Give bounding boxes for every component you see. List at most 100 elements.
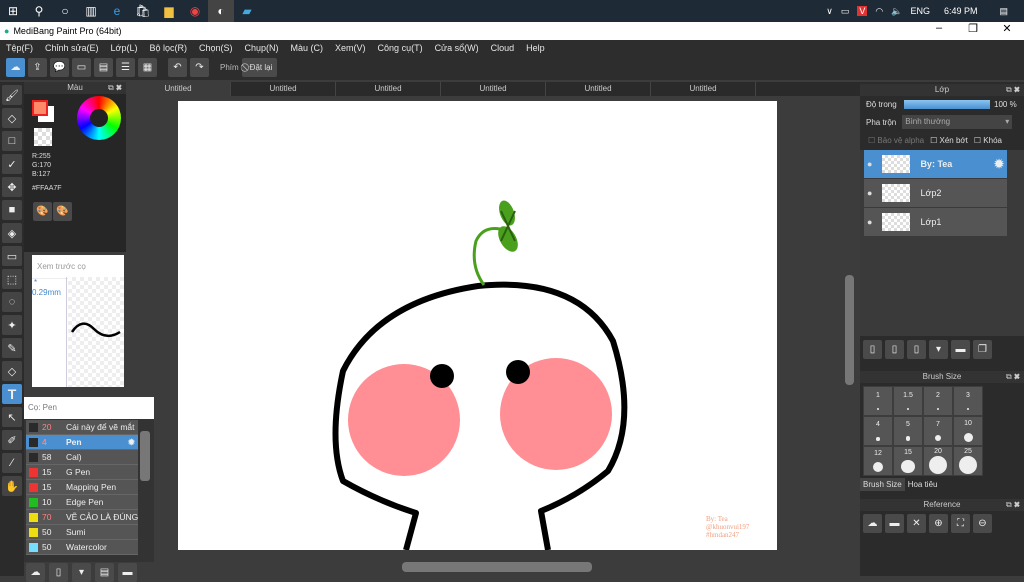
- maximize-button[interactable]: ❐: [956, 22, 990, 35]
- brush-item[interactable]: 58 Cal): [26, 450, 138, 465]
- menu-layer[interactable]: Lớp(L): [111, 43, 138, 53]
- layer-row[interactable]: ● Lớp1: [864, 208, 1007, 237]
- tab-untitled-4[interactable]: Untitled: [441, 82, 546, 96]
- lock-checkbox[interactable]: ☐ Khóa: [974, 136, 1002, 145]
- tab-untitled-6[interactable]: Untitled: [651, 82, 756, 96]
- brush-item[interactable]: 50 Sumi: [26, 525, 138, 540]
- brush-item[interactable]: 10 Edge Pen: [26, 495, 138, 510]
- brush-tool-icon[interactable]: 🖌: [2, 85, 22, 105]
- start-icon[interactable]: ⊞: [0, 0, 26, 22]
- redo-icon[interactable]: ↷: [190, 58, 209, 77]
- battery-icon[interactable]: ▭: [841, 6, 850, 17]
- blend-mode-select[interactable]: Bình thường ▾: [902, 115, 1013, 129]
- undo-icon[interactable]: ↶: [168, 58, 187, 77]
- layer-row[interactable]: ● By: Tea ✹: [864, 150, 1007, 179]
- horizontal-scrollbar[interactable]: [402, 562, 592, 572]
- move-tool-icon[interactable]: ✥: [2, 177, 22, 197]
- brush-size-cell[interactable]: 15: [893, 446, 923, 476]
- fill-rect-tool-icon[interactable]: ■: [2, 200, 22, 220]
- menu-cloud[interactable]: Cloud: [491, 43, 515, 53]
- clock[interactable]: 6:49 PM: [944, 6, 978, 16]
- speech-bubble-icon[interactable]: 💬: [50, 58, 69, 77]
- clipping-checkbox[interactable]: ☐ Xén bớt: [930, 136, 968, 145]
- cloud-icon[interactable]: ☁: [6, 58, 25, 77]
- brush-item[interactable]: 20 Cái này để vẽ mắt: [26, 420, 138, 435]
- new-layer-icon[interactable]: ▯: [863, 340, 882, 359]
- wifi-icon[interactable]: ◠: [875, 6, 883, 17]
- settings-gear-icon[interactable]: ✹: [994, 157, 1004, 171]
- brush-item[interactable]: 4 Pen ✹: [26, 435, 138, 450]
- select-tool-icon[interactable]: ⬚: [2, 269, 22, 289]
- antivirus-icon[interactable]: V: [857, 6, 868, 16]
- menu-view[interactable]: Xem(V): [335, 43, 366, 53]
- brush-settings-icon[interactable]: ▤: [95, 563, 114, 582]
- select-eraser-icon[interactable]: ◇: [2, 361, 22, 381]
- add-brush-icon[interactable]: ▾: [72, 563, 91, 582]
- tab-untitled-3[interactable]: Untitled: [336, 82, 441, 96]
- share-icon[interactable]: ⇪: [28, 58, 47, 77]
- volume-icon[interactable]: 🔈: [891, 6, 902, 17]
- minimize-button[interactable]: –: [922, 22, 956, 35]
- tab-untitled-1[interactable]: Untitled: [126, 82, 231, 96]
- panel-close-icon[interactable]: ⧉ ✖: [108, 82, 122, 94]
- zoom-out-icon[interactable]: ⊖: [973, 514, 992, 533]
- lasso-tool-icon[interactable]: ◌: [2, 292, 22, 312]
- open-folder-icon[interactable]: ▬: [885, 514, 904, 533]
- brush-size-cell[interactable]: 25: [953, 446, 983, 476]
- dot-tool-icon[interactable]: □: [2, 131, 22, 151]
- transparent-color-swatch[interactable]: [34, 128, 52, 146]
- brush-folder-icon[interactable]: ▬: [118, 563, 137, 582]
- text-tool-icon[interactable]: T: [2, 384, 22, 404]
- menu-file[interactable]: Tệp(F): [6, 43, 33, 53]
- search-icon[interactable]: ⚲: [26, 0, 52, 22]
- page-list-icon[interactable]: ☰: [116, 58, 135, 77]
- cloud-upload-icon[interactable]: ☁: [863, 514, 882, 533]
- grid-icon[interactable]: ▦: [138, 58, 157, 77]
- color-wheel[interactable]: [77, 96, 121, 140]
- vertical-scrollbar[interactable]: [845, 275, 854, 385]
- brush-size-cell[interactable]: 10: [953, 416, 983, 446]
- layer-row[interactable]: ● Lớp2: [864, 179, 1007, 208]
- tab-navigator[interactable]: Hoa tiêu: [905, 478, 941, 491]
- menu-edit[interactable]: Chỉnh sửa(E): [45, 43, 99, 53]
- fit-icon[interactable]: ⛶: [951, 514, 970, 533]
- tab-untitled-2[interactable]: Untitled: [231, 82, 336, 96]
- palette-add-icon[interactable]: 🎨: [53, 202, 72, 221]
- brush-size-cell[interactable]: 3: [953, 386, 983, 416]
- panel-close-icon[interactable]: ⧉ ✖: [1006, 84, 1020, 96]
- menu-window[interactable]: Cửa sổ(W): [435, 43, 479, 53]
- folder-icon[interactable]: ▆: [156, 0, 182, 22]
- bucket-tool-icon[interactable]: ◈: [2, 223, 22, 243]
- brush-item[interactable]: 15 G Pen: [26, 465, 138, 480]
- tab-untitled-5[interactable]: Untitled: [546, 82, 651, 96]
- operation-tool-icon[interactable]: ↖: [2, 407, 22, 427]
- new-8bit-layer-icon[interactable]: ▯: [907, 340, 926, 359]
- brush-size-cell[interactable]: 12: [863, 446, 893, 476]
- reset-button[interactable]: ⃠Đặt lại: [241, 58, 278, 77]
- opacity-slider[interactable]: [904, 100, 990, 109]
- shape-tool-icon[interactable]: ✓: [2, 154, 22, 174]
- page-icon[interactable]: ▤: [94, 58, 113, 77]
- menu-help[interactable]: Help: [526, 43, 545, 53]
- eraser-tool-icon[interactable]: ◇: [2, 108, 22, 128]
- menu-snap[interactable]: Chụp(N): [245, 43, 279, 53]
- menu-filter[interactable]: Bộ lọc(R): [149, 43, 187, 53]
- zoom-in-icon[interactable]: ⊕: [929, 514, 948, 533]
- store-icon[interactable]: 🛍: [130, 0, 156, 22]
- menu-tools[interactable]: Công cụ(T): [378, 43, 423, 53]
- gradient-tool-icon[interactable]: ▭: [2, 246, 22, 266]
- notification-icon[interactable]: ▤: [999, 6, 1008, 17]
- brush-size-cell[interactable]: 7: [923, 416, 953, 446]
- new-halftone-layer-icon[interactable]: ▯: [885, 340, 904, 359]
- add-layer-dropdown-icon[interactable]: ▾: [929, 340, 948, 359]
- tab-brush-size[interactable]: Brush Size: [860, 478, 905, 491]
- foreground-color-swatch[interactable]: [32, 100, 48, 116]
- brush-size-cell[interactable]: 5: [893, 416, 923, 446]
- brush-item[interactable]: 70 VẼ CẢO LÀ ĐÚNG: [26, 510, 138, 525]
- panel-close-icon[interactable]: ⧉ ✖: [1006, 371, 1020, 383]
- close-button[interactable]: ✕: [990, 22, 1024, 35]
- brush-size-cell[interactable]: 2: [923, 386, 953, 416]
- hand-tool-icon[interactable]: ✋: [2, 476, 22, 496]
- brush-item[interactable]: 50 Watercolor: [26, 540, 138, 555]
- medibang-icon[interactable]: ◐: [208, 0, 234, 22]
